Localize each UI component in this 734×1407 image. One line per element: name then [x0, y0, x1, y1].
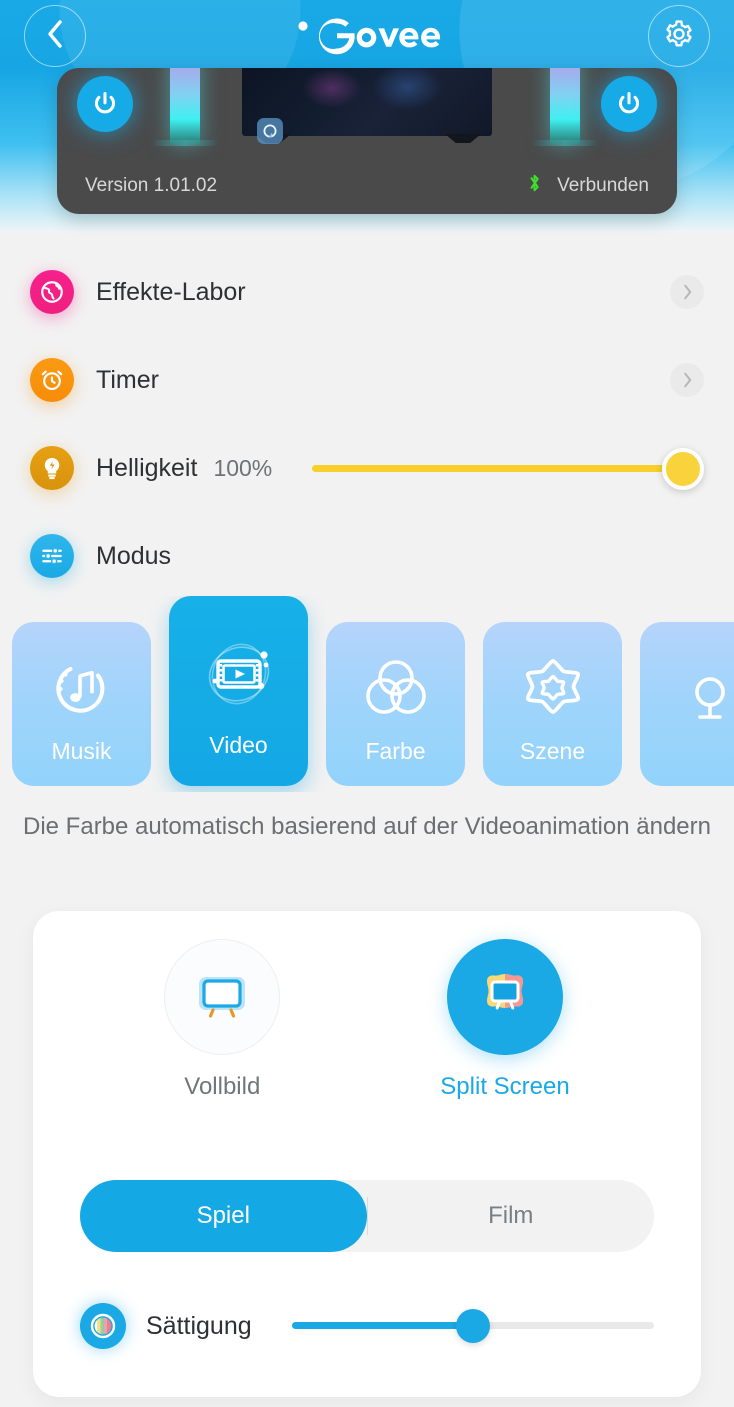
settings-rows: Effekte-Labor Timer Helligkeit 100% Modu…: [0, 248, 734, 600]
light-bar-right: [550, 68, 580, 144]
brightness-slider-fill: [312, 465, 683, 472]
mode-tile-mic[interactable]: [640, 622, 734, 786]
row-label: Timer: [96, 365, 159, 394]
screen-mode-split-screen[interactable]: Split Screen: [440, 939, 570, 1101]
mode-tile-music[interactable]: Musik: [12, 622, 151, 786]
saturation-label: Sättigung: [146, 1311, 252, 1340]
mode-tile-label: Video: [209, 731, 268, 758]
connection-status-label: Verbunden: [557, 175, 649, 196]
bluetooth-icon: [526, 171, 543, 201]
music-note-icon: [50, 644, 114, 730]
segment-game[interactable]: Spiel: [80, 1180, 367, 1252]
power-button-right[interactable]: [601, 76, 657, 132]
chevron-right-icon[interactable]: [670, 363, 704, 397]
firmware-version: Version 1.01.02: [85, 175, 218, 196]
screen-mode-fullscreen[interactable]: Vollbild: [164, 939, 281, 1101]
chevron-right-icon[interactable]: [670, 275, 704, 309]
segment-movie[interactable]: Film: [368, 1180, 655, 1252]
saturation-slider-thumb[interactable]: [456, 1309, 490, 1343]
mode-tile-label: Musik: [51, 737, 112, 764]
globe-icon: [30, 270, 74, 314]
alarm-clock-icon: [30, 358, 74, 402]
row-label: Helligkeit: [96, 453, 198, 482]
color-circles-icon: [362, 644, 430, 730]
saturation-row: Sättigung: [80, 1297, 654, 1355]
device-status-bar: Version 1.01.02 Verbunden: [57, 158, 677, 214]
mode-tile-label: Farbe: [365, 737, 426, 764]
saturation-icon: [80, 1303, 126, 1349]
saturation-slider[interactable]: [292, 1306, 654, 1346]
screen-mode-selector: Vollbild Split Screen: [33, 939, 701, 1101]
mode-description: Die Farbe automatisch basierend auf der …: [23, 813, 711, 840]
screen-mode-label: Vollbild: [184, 1073, 261, 1100]
mic-icon: [678, 657, 734, 743]
row-mode[interactable]: Modus: [0, 512, 734, 600]
chevron-left-icon: [45, 18, 65, 55]
gear-icon: [664, 19, 694, 54]
mode-tile-scene[interactable]: Szene: [483, 622, 622, 786]
device-card[interactable]: Version 1.01.02 Verbunden: [57, 68, 677, 214]
row-label: Modus: [96, 541, 172, 570]
row-timer[interactable]: Timer: [0, 336, 734, 424]
brightness-value: 100%: [213, 454, 273, 481]
row-brightness[interactable]: Helligkeit 100%: [0, 424, 734, 512]
mode-tile-list[interactable]: Musik Video Farbe Szene: [0, 596, 734, 792]
app-header: [0, 0, 734, 72]
video-settings-panel: Vollbild Split Screen Spiel Film Sättigu…: [33, 911, 701, 1397]
alexa-chip-icon: [257, 118, 283, 144]
bulb-icon: [30, 446, 74, 490]
mode-tile-label: Szene: [519, 737, 586, 764]
device-illustration: [57, 68, 677, 160]
tv-icon: [164, 939, 281, 1055]
connection-status: Verbunden: [526, 171, 649, 201]
app-screen: Version 1.01.02 Verbunden Effekte-Labor: [0, 0, 734, 1407]
row-label: Effekte-Labor: [96, 277, 246, 306]
sliders-icon: [30, 534, 74, 578]
back-button[interactable]: [24, 5, 86, 67]
settings-button[interactable]: [648, 5, 710, 67]
saturation-slider-fill: [292, 1322, 473, 1329]
light-bar-left: [170, 68, 200, 144]
mode-tile-video[interactable]: Video: [169, 596, 308, 786]
tv-color-icon: [447, 939, 563, 1055]
power-button-left[interactable]: [77, 76, 133, 132]
screen-mode-label: Split Screen: [440, 1073, 570, 1100]
content-type-segment: Spiel Film: [80, 1180, 654, 1252]
film-play-icon: [198, 624, 280, 724]
brightness-slider-thumb[interactable]: [662, 448, 704, 490]
star-icon: [520, 644, 586, 730]
brightness-slider[interactable]: [312, 448, 704, 490]
row-effects-lab[interactable]: Effekte-Labor: [0, 248, 734, 336]
mode-tile-color[interactable]: Farbe: [326, 622, 465, 786]
brand-logo: [292, 14, 442, 58]
